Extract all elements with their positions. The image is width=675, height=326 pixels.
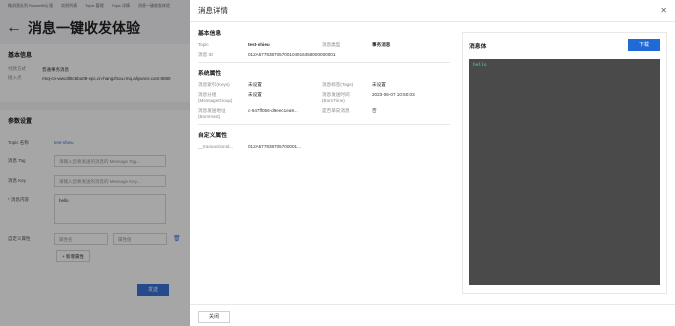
tags-value: 未设置 <box>372 82 386 87</box>
field-key: 消息发送时间 (BornTime) <box>322 92 350 103</box>
field-key: 消息分组 (MessageGroup) <box>198 92 233 103</box>
transaction-id-value: 012A577938705700001... <box>248 144 301 149</box>
field-key: 消息索引(Keys) <box>198 82 230 87</box>
message-body-panel: 消息体 下载 hello <box>462 32 667 294</box>
message-body-viewer[interactable]: hello <box>469 59 660 285</box>
system-props-grid: 消息索引(Keys) 未设置 消息标签(Tags) 未设置 消息分组 (Mess… <box>198 82 450 120</box>
divider <box>198 124 450 125</box>
drawer-title: 消息详情 <box>198 6 228 15</box>
divider <box>198 62 450 63</box>
detail-info-panel: 基本信息 Topic test-shieu 消息类型 事务消息 消息 ID 01… <box>198 28 450 152</box>
drawer-footer: 关闭 <box>190 304 675 326</box>
message-body-title: 消息体 <box>469 43 487 50</box>
close-icon[interactable]: ✕ <box>660 6 667 15</box>
basic-info-grid: Topic test-shieu 消息类型 事务消息 消息 ID 012A577… <box>198 42 450 58</box>
field-key: Topic <box>198 42 209 47</box>
message-group-value: 未设置 <box>248 92 262 97</box>
born-host-value: c-647ff056-d9eec1ea9... <box>248 108 298 113</box>
custom-props-title: 自定义属性 <box>198 133 227 139</box>
drawer-header: 消息详情 ✕ <box>190 0 675 22</box>
message-detail-drawer: 消息详情 ✕ 基本信息 Topic test-shieu 消息类型 事务消息 消… <box>190 0 675 326</box>
topic-value: test-shieu <box>248 42 270 47</box>
message-type-value: 事务消息 <box>372 42 391 47</box>
custom-props-grid: __transactionId... 012A577938705700001..… <box>198 144 450 150</box>
system-props-title: 系统属性 <box>198 71 222 77</box>
field-key: 消息类型 <box>322 42 341 47</box>
close-button[interactable]: 关闭 <box>198 311 230 323</box>
field-key: 是否单向消息 <box>322 108 350 113</box>
field-key: 消息 ID <box>198 52 214 57</box>
born-time-value: 2023-06-07 10:50:03 <box>372 92 415 97</box>
message-body-content: hello <box>473 63 487 68</box>
message-body-header: 消息体 下载 <box>463 33 666 51</box>
message-id-value: 012A577938705700104916458000000001 <box>248 52 336 57</box>
field-key: __transactionId... <box>198 144 234 149</box>
field-key: 消息标签(Tags) <box>322 82 354 87</box>
drawer-body: 基本信息 Topic test-shieu 消息类型 事务消息 消息 ID 01… <box>190 22 675 304</box>
field-key: 消息发送地址 (BornHost) <box>198 108 226 119</box>
basic-info-title: 基本信息 <box>198 31 222 37</box>
oneway-value: 否 <box>372 108 377 113</box>
download-button[interactable]: 下载 <box>628 39 660 51</box>
keys-value: 未设置 <box>248 82 262 87</box>
